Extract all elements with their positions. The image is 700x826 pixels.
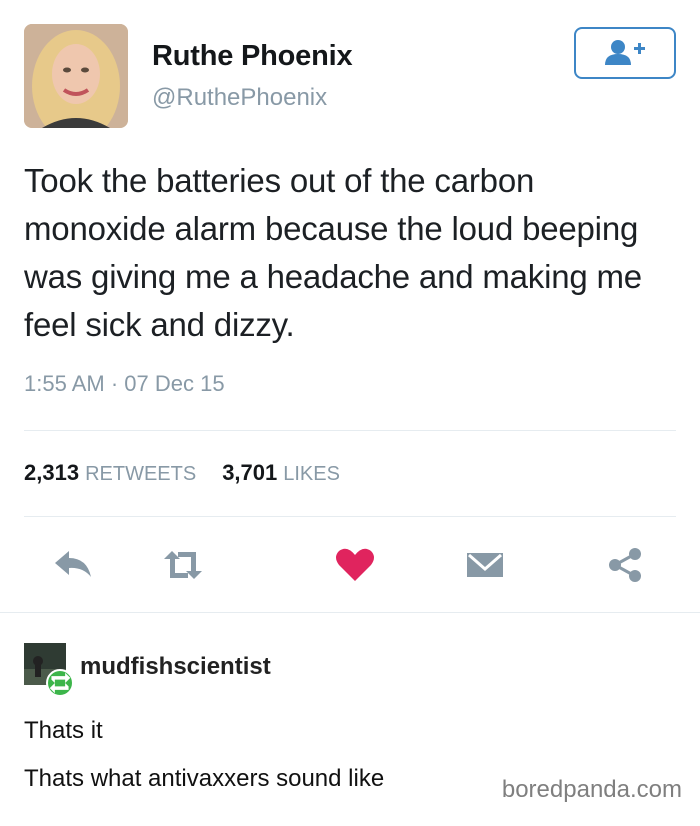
divider	[24, 430, 676, 431]
avatar-photo	[24, 24, 128, 128]
retweets-stat[interactable]: 2,313 RETWEETS	[24, 460, 196, 486]
tweet-stats: 2,313 RETWEETS 3,701 LIKES	[24, 460, 340, 486]
reblog-comment-line: Thats what antivaxxers sound like	[24, 765, 385, 792]
tweet-card: Ruthe Phoenix @RuthePhoenix Took the bat…	[0, 0, 700, 612]
likes-label: LIKES	[283, 463, 340, 485]
tweet-actions	[0, 540, 700, 600]
retweets-count: 2,313	[24, 460, 80, 485]
display-name[interactable]: Ruthe Phoenix	[152, 40, 353, 73]
retweet-icon	[164, 551, 202, 579]
follow-button[interactable]	[574, 27, 676, 79]
heart-icon	[336, 548, 374, 581]
reblog-icon	[49, 672, 71, 694]
reblog-username[interactable]: mudfishscientist	[80, 653, 271, 681]
share-button[interactable]	[600, 540, 650, 590]
tweet-timestamp[interactable]: 1:55 AM · 07 Dec 15	[24, 371, 225, 397]
tweet-text: Took the batteries out of the carbon mon…	[24, 162, 642, 343]
reply-button[interactable]	[48, 540, 98, 590]
message-icon	[467, 553, 503, 577]
watermark: boredpanda.com	[501, 776, 682, 803]
reblog-badge	[46, 669, 74, 697]
divider	[24, 516, 676, 517]
reblog-comment-line: Thats it	[24, 717, 103, 744]
avatar[interactable]	[24, 24, 128, 128]
likes-count: 3,701	[222, 460, 278, 485]
add-user-icon	[605, 40, 645, 65]
share-icon	[609, 548, 641, 582]
like-button[interactable]	[330, 540, 380, 590]
reply-icon	[55, 551, 91, 577]
retweets-label: RETWEETS	[85, 463, 197, 485]
direct-message-button[interactable]	[460, 540, 510, 590]
retweet-button[interactable]	[158, 540, 208, 590]
likes-stat[interactable]: 3,701 LIKES	[222, 460, 340, 486]
reblog-avatar[interactable]	[24, 643, 74, 697]
user-handle[interactable]: @RuthePhoenix	[152, 84, 327, 112]
